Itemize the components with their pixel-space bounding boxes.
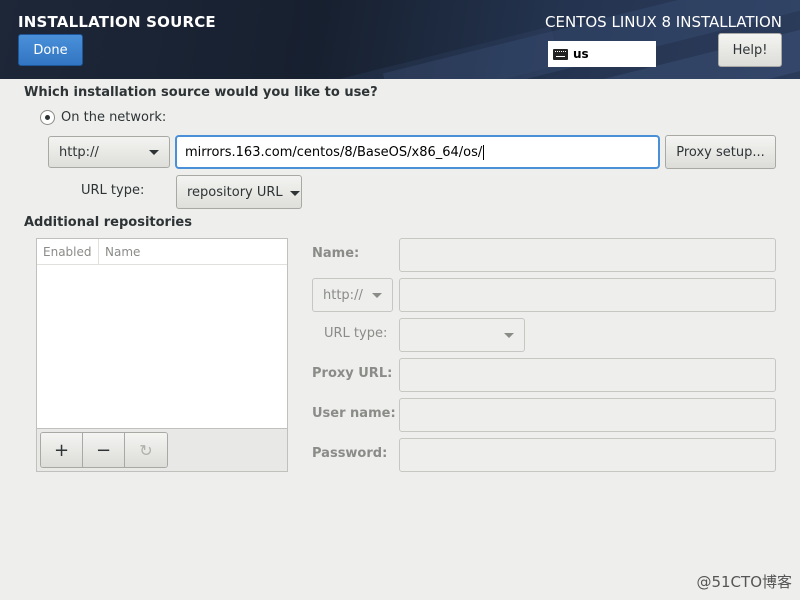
url-type-dropdown[interactable]: repository URL bbox=[176, 175, 302, 209]
header-bar bbox=[0, 0, 800, 79]
url-type-value: repository URL bbox=[187, 184, 283, 200]
repo-url-type-dropdown[interactable] bbox=[399, 318, 525, 352]
repo-name-label: Name: bbox=[312, 246, 360, 261]
product-title: CENTOS LINUX 8 INSTALLATION bbox=[545, 13, 782, 31]
chevron-down-icon bbox=[504, 333, 514, 338]
keyboard-layout-label: us bbox=[573, 47, 589, 61]
network-radio-label: On the network: bbox=[61, 110, 167, 125]
done-button[interactable]: Done bbox=[18, 34, 83, 66]
protocol-value: http:// bbox=[59, 144, 99, 160]
repository-tool-group: + − ↻ bbox=[40, 432, 168, 468]
header-decoration bbox=[259, 26, 561, 79]
text-cursor bbox=[483, 144, 485, 160]
repository-list-header: Enabled Name bbox=[37, 239, 287, 265]
add-repository-button[interactable]: + bbox=[41, 433, 83, 467]
additional-repositories-title: Additional repositories bbox=[24, 215, 192, 230]
repo-protocol-dropdown[interactable]: http:// bbox=[312, 278, 393, 312]
url-type-label: URL type: bbox=[81, 183, 145, 198]
network-radio[interactable] bbox=[40, 110, 55, 125]
remove-repository-button[interactable]: − bbox=[83, 433, 125, 467]
repository-toolbar: + − ↻ bbox=[37, 428, 287, 471]
chevron-down-icon bbox=[289, 190, 300, 196]
protocol-dropdown[interactable]: http:// bbox=[48, 136, 170, 168]
repo-url-field[interactable] bbox=[399, 278, 776, 312]
repo-proxy-url-field[interactable] bbox=[399, 358, 776, 392]
repo-url-type-label: URL type: bbox=[324, 326, 388, 341]
repo-password-label: Password: bbox=[312, 446, 388, 461]
source-question: Which installation source would you like… bbox=[24, 85, 378, 100]
column-name[interactable]: Name bbox=[99, 245, 140, 259]
watermark: @51CTO博客 bbox=[696, 573, 792, 591]
chevron-down-icon bbox=[372, 293, 382, 298]
url-input[interactable]: mirrors.163.com/centos/8/BaseOS/x86_64/o… bbox=[176, 136, 659, 168]
column-enabled[interactable]: Enabled bbox=[37, 239, 99, 264]
url-value: mirrors.163.com/centos/8/BaseOS/x86_64/o… bbox=[185, 144, 483, 160]
keyboard-icon bbox=[553, 48, 568, 60]
chevron-down-icon bbox=[149, 150, 159, 155]
page-title: INSTALLATION SOURCE bbox=[18, 13, 216, 31]
repo-proxy-url-label: Proxy URL: bbox=[312, 366, 393, 381]
refresh-icon[interactable]: ↻ bbox=[125, 433, 167, 467]
keyboard-layout-indicator[interactable]: us bbox=[548, 41, 656, 67]
repository-list[interactable]: Enabled Name + − ↻ bbox=[36, 238, 288, 472]
repo-user-name-label: User name: bbox=[312, 406, 396, 421]
network-radio-row[interactable]: On the network: bbox=[40, 110, 166, 125]
repo-protocol-value: http:// bbox=[323, 287, 363, 303]
repo-password-field[interactable] bbox=[399, 438, 776, 472]
repo-user-name-field[interactable] bbox=[399, 398, 776, 432]
help-button[interactable]: Help! bbox=[718, 33, 782, 67]
proxy-setup-button[interactable]: Proxy setup... bbox=[665, 135, 776, 169]
repo-name-field[interactable] bbox=[399, 238, 776, 272]
